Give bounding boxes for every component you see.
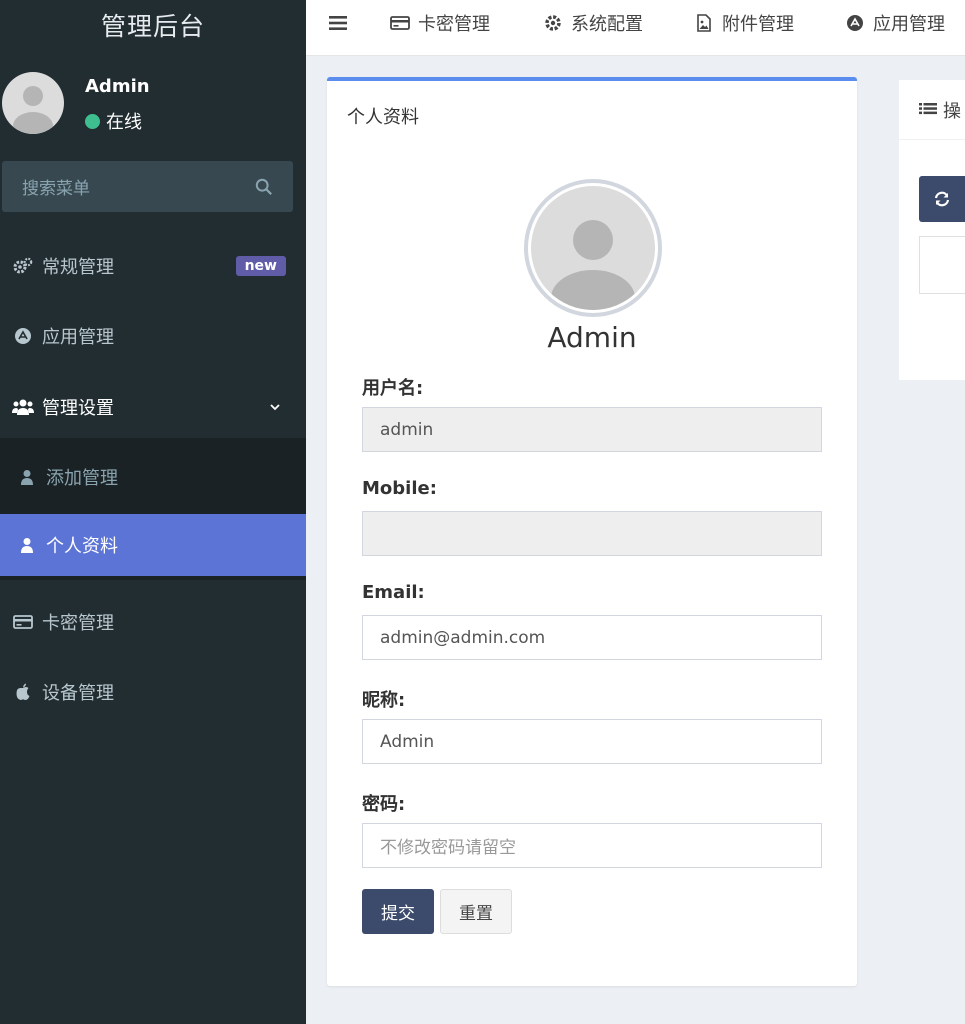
image-file-icon (694, 13, 714, 33)
topnav-item-label: 附件管理 (722, 14, 794, 35)
sidebar-item-devices[interactable]: 设备管理 (0, 662, 306, 722)
sidebar-item-label: 常规管理 (42, 257, 114, 278)
app-store-icon (845, 13, 865, 33)
password-label: 密码: (362, 794, 406, 815)
side-panel-title: 操 (943, 100, 961, 122)
profile-display-name: Admin (547, 321, 637, 354)
reset-button[interactable]: 重置 (440, 889, 512, 934)
username-label: 用户名: (362, 378, 424, 399)
search-menu-input[interactable]: 搜索菜单 (2, 161, 293, 212)
sidebar: 管理后台 Admin 在线 搜索菜单 常规管理 new 应用管理 管理设置 添加… (0, 0, 306, 1024)
user-status-label: 在线 (106, 112, 142, 133)
sidebar-item-general[interactable]: 常规管理 new (0, 236, 306, 296)
avatar (531, 186, 655, 310)
refresh-icon (934, 191, 950, 207)
app-store-icon (12, 325, 34, 347)
new-badge: new (235, 256, 286, 276)
topnav-item-label: 卡密管理 (418, 14, 490, 35)
search-placeholder: 搜索菜单 (22, 179, 90, 199)
sidebar-subitem-label: 个人资料 (46, 536, 118, 557)
sidebar-subitem-profile[interactable]: 个人资料 (0, 514, 306, 576)
sidebar-item-admin-settings[interactable]: 管理设置 (0, 377, 306, 437)
online-status-dot (85, 113, 100, 129)
credit-card-icon (12, 611, 34, 633)
username-field[interactable]: admin (362, 407, 822, 452)
topnav-item-apps[interactable]: 应用管理 (845, 0, 945, 46)
topnav-item-card-keys[interactable]: 卡密管理 (390, 0, 490, 46)
user-status: 在线 (85, 108, 142, 134)
refresh-button[interactable] (919, 176, 965, 222)
sidebar-subitem-label: 添加管理 (46, 468, 118, 489)
sidebar-item-label: 管理设置 (42, 398, 114, 419)
user-icon (18, 536, 36, 554)
user-name: Admin (85, 76, 150, 97)
sidebar-item-label: 设备管理 (42, 683, 114, 704)
nickname-field[interactable]: Admin (362, 719, 822, 764)
cogs-icon (12, 255, 34, 277)
admin-settings-submenu: 添加管理 个人资料 (0, 438, 306, 580)
sidebar-subitem-add-admin[interactable]: 添加管理 (0, 446, 306, 508)
nickname-label: 昵称: (362, 690, 406, 711)
profile-avatar[interactable] (524, 179, 662, 317)
app-logo-title[interactable]: 管理后台 (0, 0, 306, 50)
users-icon (12, 396, 34, 418)
mobile-label: Mobile: (362, 478, 437, 499)
top-navbar: 卡密管理 系统配置 附件管理 应用管理 (306, 0, 965, 56)
side-panel-table (919, 236, 965, 294)
password-field[interactable]: 不修改密码请留空 (362, 823, 822, 868)
side-panel: 操 (899, 80, 965, 380)
sidebar-item-card-keys[interactable]: 卡密管理 (0, 592, 306, 652)
sidebar-item-label: 应用管理 (42, 327, 114, 348)
topnav-item-system-config[interactable]: 系统配置 (543, 0, 643, 46)
search-icon[interactable] (255, 178, 273, 196)
topnav-item-label: 应用管理 (873, 14, 945, 35)
user-panel: Admin 在线 (0, 70, 306, 136)
topnav-item-label: 系统配置 (571, 14, 643, 35)
email-field[interactable]: admin@admin.com (362, 615, 822, 660)
side-panel-header: 操 (899, 80, 965, 140)
user-icon (18, 468, 36, 486)
submit-button[interactable]: 提交 (362, 889, 434, 934)
chevron-down-icon (270, 404, 280, 411)
apple-icon (12, 681, 34, 703)
sidebar-item-apps[interactable]: 应用管理 (0, 306, 306, 366)
gear-icon (543, 13, 563, 33)
hamburger-menu-icon[interactable] (328, 13, 348, 33)
box-title: 个人资料 (347, 107, 419, 128)
mobile-field[interactable] (362, 511, 822, 556)
avatar (2, 72, 64, 134)
list-icon (919, 102, 937, 114)
email-label: Email: (362, 582, 425, 603)
sidebar-item-label: 卡密管理 (42, 613, 114, 634)
topnav-item-attachments[interactable]: 附件管理 (694, 0, 794, 46)
profile-box: 个人资料 Admin 用户名: admin Mobile: Email: adm… (327, 77, 857, 986)
credit-card-icon (390, 13, 410, 33)
